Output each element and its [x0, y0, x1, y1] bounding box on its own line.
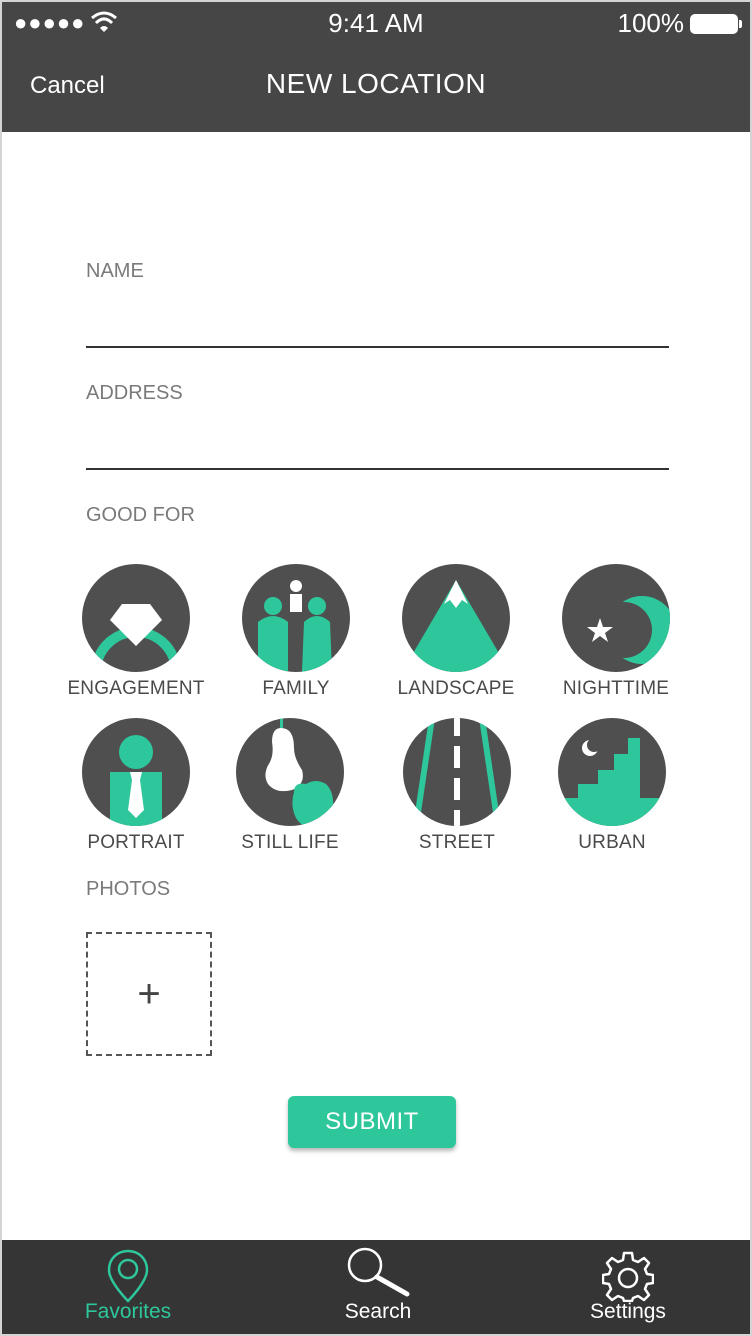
- city-skyline-icon: [558, 718, 666, 826]
- category-engagement[interactable]: ENGAGEMENT: [61, 564, 211, 700]
- address-underline: [86, 468, 669, 470]
- map-pin-icon: [107, 1249, 149, 1303]
- app-screen: ●●●●● 9:41 AM 100% Cancel NEW LOCATION N…: [0, 0, 752, 1336]
- mountain-icon: [402, 564, 510, 672]
- category-label: ENGAGEMENT: [67, 678, 205, 699]
- category-label: STILL LIFE: [241, 832, 339, 853]
- category-street[interactable]: STREET: [382, 718, 532, 854]
- name-label: NAME: [86, 260, 144, 282]
- category-nighttime[interactable]: NIGHTTIME: [541, 564, 691, 700]
- family-icon: [242, 564, 350, 672]
- category-label: STREET: [418, 832, 496, 853]
- photos-label: PHOTOS: [86, 878, 171, 900]
- engagement-ring-icon: [82, 564, 190, 672]
- good-for-label: GOOD FOR: [86, 504, 195, 526]
- pear-apple-icon: [236, 718, 344, 826]
- tab-label: Search: [344, 1300, 412, 1323]
- battery-percentage: 100%: [617, 8, 685, 38]
- category-landscape[interactable]: LANDSCAPE: [381, 564, 531, 700]
- tab-label: Settings: [590, 1300, 666, 1323]
- category-urban[interactable]: URBAN: [537, 718, 687, 854]
- tab-label: Favorites: [84, 1300, 172, 1323]
- address-label: ADDRESS: [86, 382, 183, 404]
- category-label: NIGHTTIME: [562, 678, 670, 699]
- category-portrait[interactable]: PORTRAIT: [61, 718, 211, 854]
- category-label: LANDSCAPE: [397, 678, 515, 699]
- search-icon: [347, 1247, 410, 1297]
- name-input[interactable]: [86, 308, 669, 342]
- tab-favorites[interactable]: Favorites: [38, 1240, 218, 1334]
- navigation-bar: Cancel NEW LOCATION: [2, 46, 750, 132]
- category-label: PORTRAIT: [87, 832, 185, 853]
- status-bar: ●●●●● 9:41 AM 100%: [2, 2, 750, 46]
- category-family[interactable]: FAMILY: [221, 564, 371, 700]
- moon-star-icon: [562, 564, 670, 672]
- battery-icon: [690, 14, 742, 34]
- person-tie-icon: [82, 718, 190, 826]
- add-photo-button[interactable]: +: [86, 932, 212, 1056]
- category-still-life[interactable]: STILL LIFE: [215, 718, 365, 854]
- tab-bar: Favorites Search Settings: [2, 1240, 750, 1334]
- road-icon: [403, 718, 511, 826]
- name-underline: [86, 346, 669, 348]
- submit-button[interactable]: SUBMIT: [288, 1096, 456, 1148]
- page-title: NEW LOCATION: [265, 68, 487, 99]
- plus-icon: +: [137, 972, 161, 1016]
- category-label: FAMILY: [262, 678, 330, 699]
- tab-search[interactable]: Search: [288, 1240, 468, 1334]
- tab-settings[interactable]: Settings: [538, 1240, 718, 1334]
- category-label: URBAN: [578, 832, 646, 853]
- address-input[interactable]: [86, 430, 669, 464]
- gear-icon: [602, 1251, 654, 1302]
